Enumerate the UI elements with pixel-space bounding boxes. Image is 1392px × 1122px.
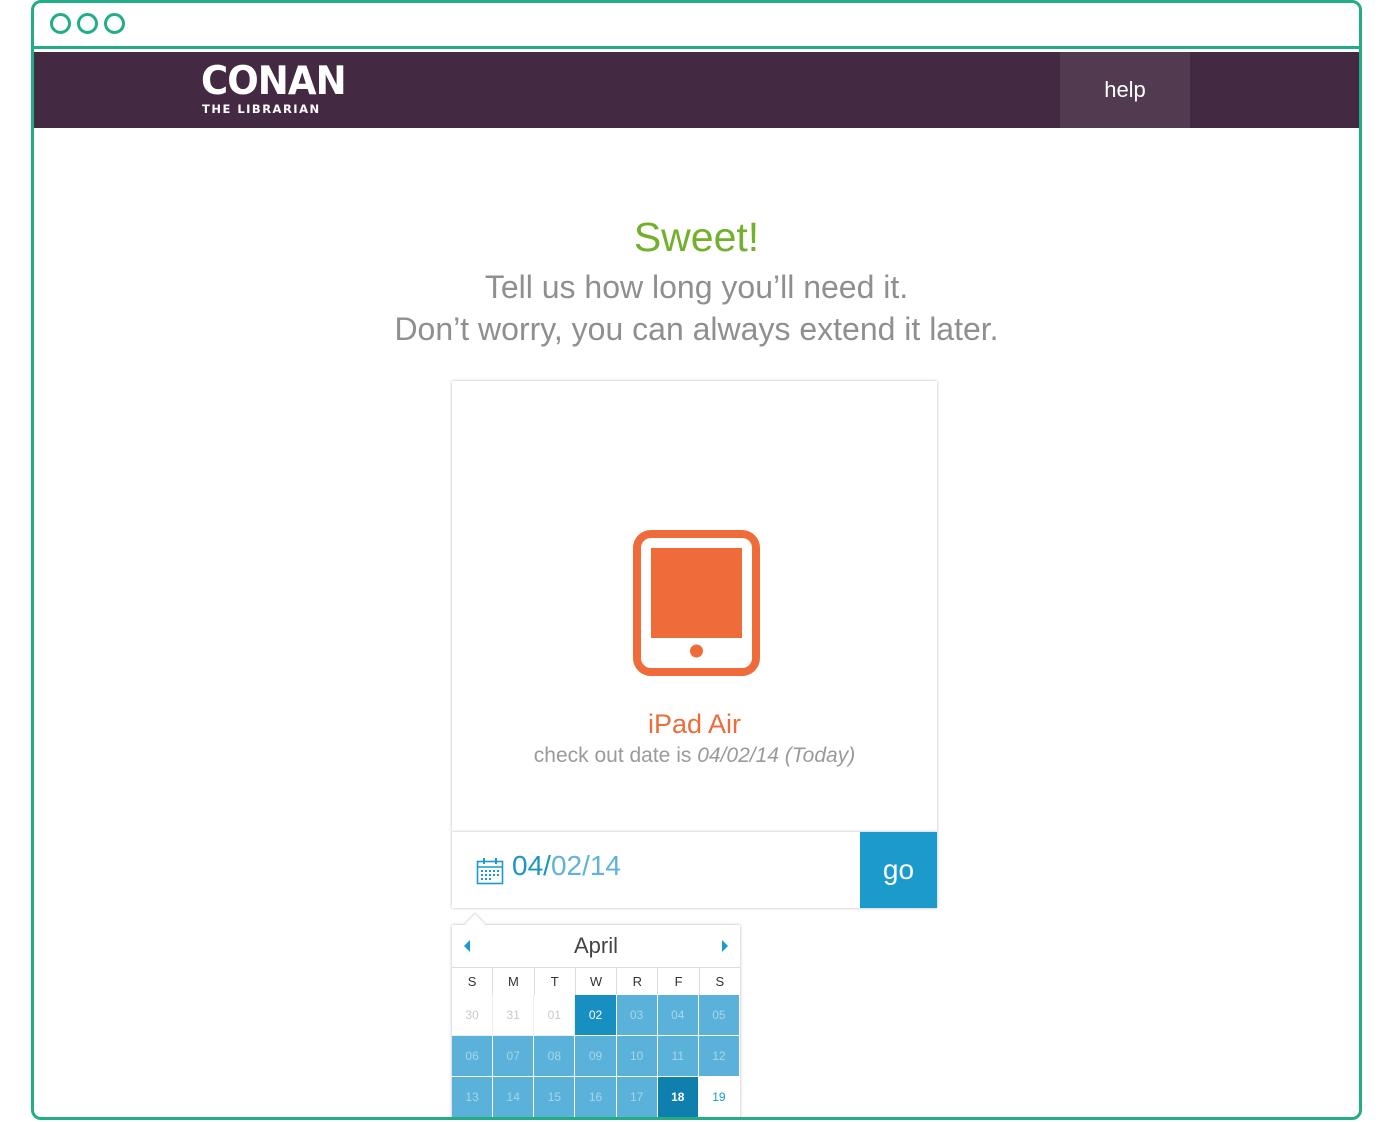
calendar-day-02[interactable]: 02 [575,995,617,1036]
calendar-day-04[interactable]: 04 [657,995,699,1036]
product-card: iPad Air check out date is 04/02/14 (Tod… [452,381,937,832]
weekday-label: T [535,968,576,995]
checkout-date: 04/02/14 (Today) [697,744,856,767]
picker-header: April [452,925,740,967]
window-minimize-dot[interactable] [77,13,98,34]
logo-subtitle: THE LIBRARIAN [202,102,321,116]
go-button[interactable]: go [860,832,937,908]
calendar-day-11[interactable]: 11 [657,1036,699,1077]
calendar-day-13[interactable]: 13 [452,1077,494,1117]
calendar-day-08[interactable]: 08 [534,1036,576,1077]
calendar-day-31[interactable]: 31 [493,995,535,1036]
date-month-part: 04/ [512,850,551,881]
calendar-day-05[interactable]: 05 [698,995,740,1036]
calendar-day-14[interactable]: 14 [493,1077,535,1117]
window-close-dot[interactable] [50,13,71,34]
calendar-day-10[interactable]: 10 [616,1036,658,1077]
return-date-input[interactable]: 04/02/14 [512,850,842,890]
calendar-icon[interactable] [476,857,504,885]
next-month-arrow-icon[interactable] [722,940,728,952]
window-titlebar [34,3,1359,49]
weekday-label: F [658,968,700,995]
calendar-day-09[interactable]: 09 [575,1036,617,1077]
weekday-label: S [452,968,494,995]
weekday-label: W [576,968,618,995]
calendar-day-17[interactable]: 17 [616,1077,658,1117]
weekday-label: S [715,974,725,989]
checkout-date-text: check out date is 04/02/14 (Today) [452,744,937,768]
weekday-header: SMTWRFS [452,967,740,995]
page-heading: Sweet! [633,214,760,260]
calendar-day-30[interactable]: 30 [452,995,494,1036]
calendar-week-row: 30 31 01 02 03 04 05 [452,995,740,1036]
top-nav: CONAN THE LIBRARIAN help [34,52,1359,128]
calendar-week-row: 13 14 15 16 17 18 19 [452,1077,740,1117]
browser-window: CONAN THE LIBRARIAN help Sweet! Tell us … [31,0,1362,1120]
calendar-day-06[interactable]: 06 [452,1036,494,1077]
calendar-day-01[interactable]: 01 [534,995,576,1036]
checkout-prefix: check out date is [533,744,692,767]
date-rest-part: 02/14 [550,850,622,881]
date-picker: April SMTWRFS 30 31 01 02 03 04 05 06 07 08 09 10 11… [452,914,740,1117]
help-button[interactable]: help [1060,52,1190,128]
calendar-grid: 30 31 01 02 03 04 05 06 07 08 09 10 11 12 13 14 15 16 17 18… [452,995,740,1117]
calendar-day-07[interactable]: 07 [493,1036,535,1077]
calendar-day-15[interactable]: 15 [534,1077,576,1117]
weekday-label: M [493,968,535,995]
calendar-day-19[interactable]: 19 [698,1077,740,1117]
calendar-day-18[interactable]: 18 [657,1077,699,1117]
calendar-day-12[interactable]: 12 [698,1036,740,1077]
tablet-icon [633,530,760,676]
subheading-line-2: Don’t worry, you can always extend it la… [394,311,999,347]
window-maximize-dot[interactable] [104,13,125,34]
product-name: iPad Air [647,709,742,739]
calendar-day-16[interactable]: 16 [575,1077,617,1117]
calendar-day-03[interactable]: 03 [616,995,658,1036]
logo-title: CONAN [201,59,347,104]
subheading-line-1: Tell us how long you’ll need it. [484,269,909,305]
weekday-label: R [617,968,659,995]
picker-month: April [573,933,618,958]
logo[interactable]: CONAN THE LIBRARIAN [201,59,347,120]
calendar-week-row: 06 07 08 09 10 11 12 [452,1036,740,1077]
return-date-row: 04/02/14 go [452,832,937,908]
